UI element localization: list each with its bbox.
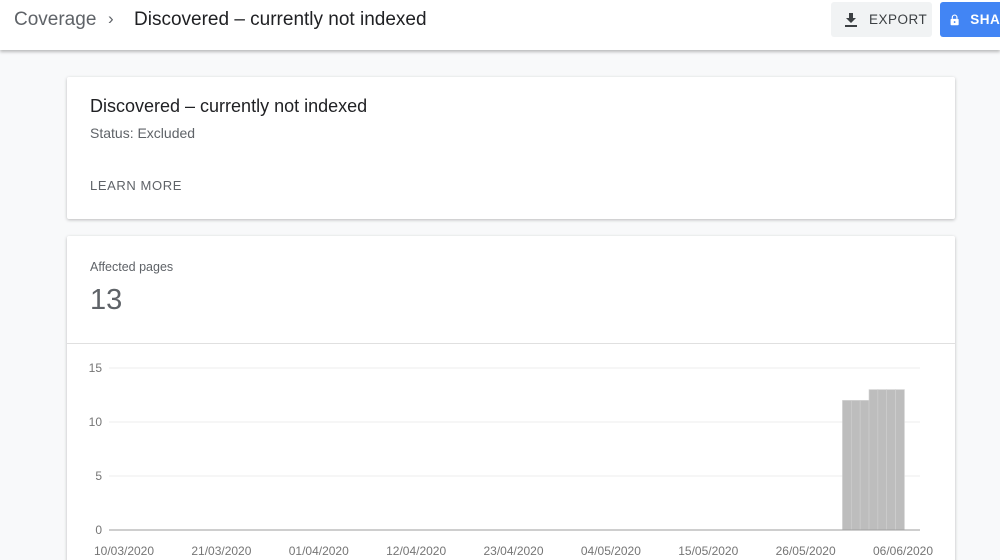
y-tick-label: 10 xyxy=(89,415,103,429)
issue-summary-card: Discovered – currently not indexed Statu… xyxy=(67,77,955,219)
issue-title: Discovered – currently not indexed xyxy=(90,96,368,116)
x-tick-label: 15/05/2020 xyxy=(678,544,738,558)
download-icon xyxy=(845,12,857,27)
export-button[interactable]: EXPORT xyxy=(831,2,932,37)
bar xyxy=(842,400,852,531)
y-tick-label: 15 xyxy=(89,361,103,375)
affected-pages-chart: 0 5 10 15 10/03/2020 21/03/2020 01/04/2020 12/0… xyxy=(89,361,934,558)
page-scrollbar[interactable] xyxy=(992,50,1000,560)
learn-more-link[interactable]: LEARN MORE xyxy=(90,178,182,193)
bar xyxy=(859,400,870,531)
top-app-bar: Coverage › Discovered – currently not in… xyxy=(0,0,1000,50)
breadcrumb-coverage[interactable]: Coverage xyxy=(14,9,96,31)
issue-status: Status: Excluded xyxy=(90,125,196,141)
lock-icon xyxy=(950,14,959,25)
breadcrumb-separator-icon: › xyxy=(108,9,114,28)
affected-pages-card: Affected pages 13 0 5 10 15 10/03/2020 21/03/… xyxy=(67,236,955,560)
share-label: SHARE xyxy=(970,12,1000,27)
bar xyxy=(886,389,896,531)
x-tick-label: 26/05/2020 xyxy=(776,544,836,558)
x-tick-label: 23/04/2020 xyxy=(483,544,543,558)
bar xyxy=(851,400,861,531)
share-button[interactable]: SHARE xyxy=(940,2,1000,37)
x-tick-label: 01/04/2020 xyxy=(289,544,349,558)
export-label: EXPORT xyxy=(869,12,928,27)
bar xyxy=(895,389,905,531)
x-tick-label: 06/06/2020 xyxy=(873,544,933,558)
x-tick-label: 04/05/2020 xyxy=(581,544,641,558)
y-tick-label: 5 xyxy=(95,469,102,483)
x-tick-label: 10/03/2020 xyxy=(94,544,154,558)
x-tick-label: 21/03/2020 xyxy=(191,544,251,558)
y-tick-label: 0 xyxy=(95,523,102,537)
bar xyxy=(877,389,888,531)
bar xyxy=(868,389,879,531)
x-tick-label: 12/04/2020 xyxy=(386,544,446,558)
page-title: Discovered – currently not indexed xyxy=(134,9,427,30)
